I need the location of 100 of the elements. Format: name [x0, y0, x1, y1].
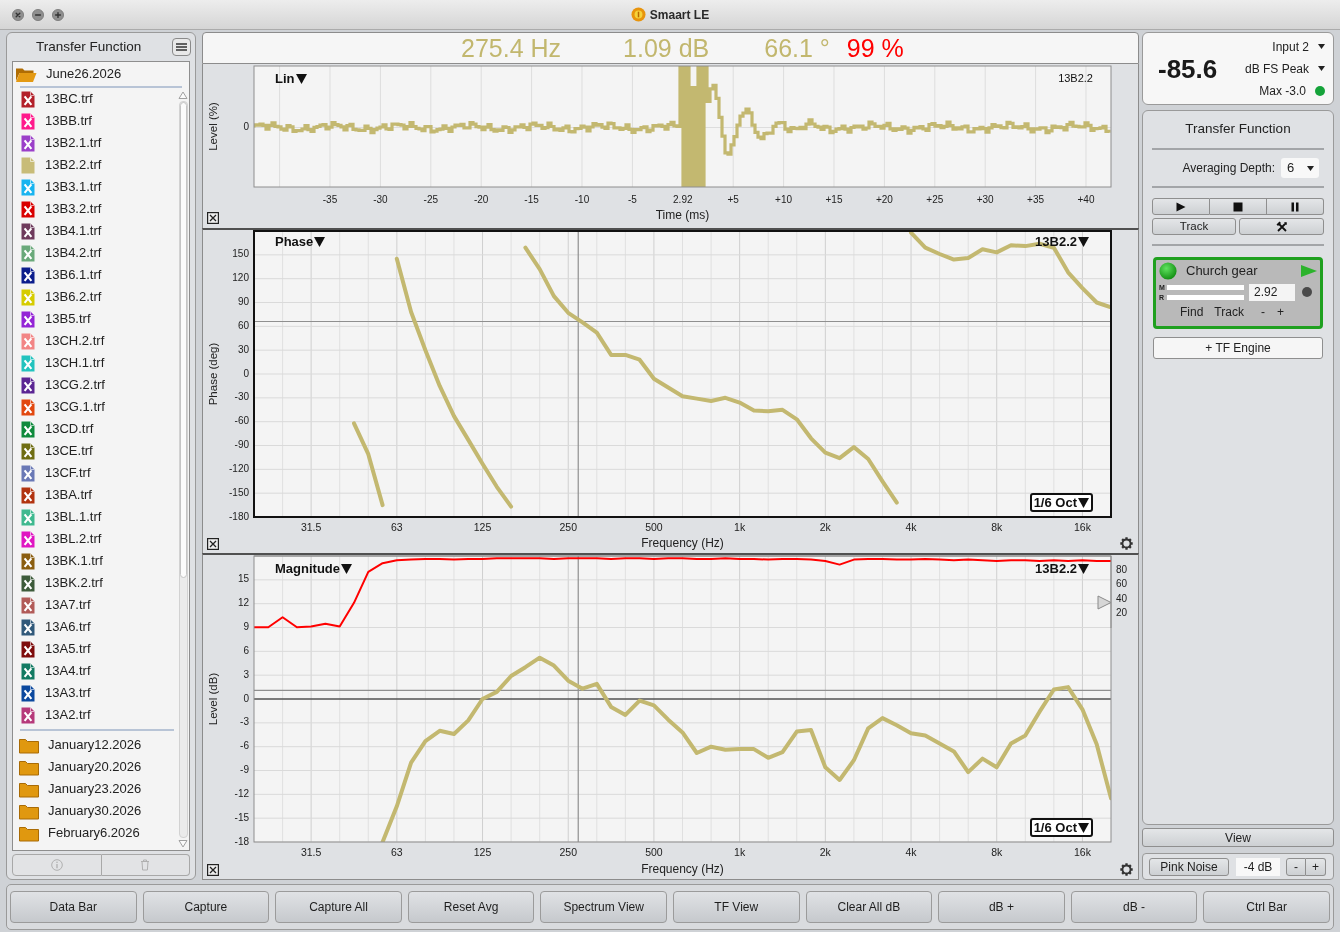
file-item[interactable]: 13BL.2.trf	[13, 528, 178, 550]
file-item[interactable]: 13BA.trf	[13, 484, 178, 506]
engine-action-button[interactable]: Find	[1180, 306, 1204, 318]
tick-label: -150	[229, 486, 249, 498]
stepper-button[interactable]: +	[1306, 857, 1326, 876]
file-item[interactable]: 13CG.2.trf	[13, 374, 178, 396]
file-item[interactable]: 13BB.trf	[13, 110, 178, 132]
tick-label: +35	[1027, 194, 1045, 205]
input-dropdown[interactable]: Input 2	[1272, 38, 1325, 55]
file-item[interactable]: 13B5.trf	[13, 308, 178, 330]
stepper-button[interactable]: -	[1286, 857, 1306, 876]
tick-label: +10	[775, 194, 793, 205]
file-item[interactable]: 13B2.2.trf	[13, 154, 178, 176]
stop-button[interactable]	[1210, 198, 1267, 215]
panel-title: Transfer Function	[36, 37, 142, 56]
file-item[interactable]: 13B2.1.trf	[13, 132, 178, 154]
toolbar-button[interactable]: Ctrl Bar	[1203, 891, 1330, 923]
caret-icon	[1318, 66, 1325, 71]
file-item[interactable]: 13CG.1.trf	[13, 396, 178, 418]
scale-dropdown[interactable]: dB FS Peak	[1244, 60, 1325, 77]
tick-label: 250	[559, 846, 577, 858]
add-engine-button[interactable]: + TF Engine	[1153, 337, 1323, 359]
close-icon[interactable]	[12, 8, 24, 21]
caret-icon	[1078, 236, 1089, 247]
caret-icon	[1318, 44, 1325, 49]
folder-item[interactable]: January23.2026	[13, 778, 178, 800]
toolbar-button[interactable]: Capture	[142, 891, 270, 923]
engine-action-button[interactable]: -	[1260, 306, 1265, 318]
file-item[interactable]: 13CD.trf	[13, 418, 178, 440]
tick-label: 63	[391, 521, 403, 533]
settings-icon[interactable]	[1119, 536, 1134, 551]
menu-icon	[176, 43, 187, 51]
tick-label: 1k	[734, 846, 746, 858]
file-item[interactable]: 13BL.1.trf	[13, 506, 178, 528]
minimize-icon[interactable]	[32, 8, 44, 21]
folder-item[interactable]: June26.2026	[13, 62, 189, 86]
file-item[interactable]: 13CH.1.trf	[13, 352, 178, 374]
view-button[interactable]: View	[1142, 828, 1334, 847]
file-item[interactable]: 13B3.2.trf	[13, 198, 178, 220]
smoothing-dropdown[interactable]: 1/6 Oct	[1029, 493, 1093, 512]
tick-label: 60	[237, 319, 249, 331]
tick-label: 6	[243, 644, 249, 656]
play-button[interactable]	[1152, 198, 1210, 215]
close-icon[interactable]	[207, 864, 219, 876]
file-item[interactable]: 13B4.1.trf	[13, 220, 178, 242]
tick-label: 31.5	[300, 521, 322, 533]
file-item[interactable]: 13B6.2.trf	[13, 286, 178, 308]
track-button[interactable]: Track	[1152, 218, 1236, 235]
smoothing-dropdown[interactable]: 1/6 Oct	[1029, 818, 1093, 837]
file-item[interactable]: 13CE.trf	[13, 440, 178, 462]
file-item[interactable]: 13A6.trf	[13, 616, 178, 638]
toolbar-button[interactable]: Clear All dB	[805, 891, 933, 923]
engine-action-button[interactable]: Track	[1214, 306, 1244, 318]
file-item[interactable]: 13CH.2.trf	[13, 330, 178, 352]
toolbar-button[interactable]: Capture All	[275, 891, 402, 923]
menu-button[interactable]	[172, 38, 191, 56]
file-item[interactable]: 13B6.1.trf	[13, 264, 178, 286]
engine-action-button[interactable]: +	[1276, 306, 1284, 318]
file-item[interactable]: 13A4.trf	[13, 660, 178, 682]
zoom-icon[interactable]	[52, 8, 64, 21]
folder-item[interactable]: January20.2026	[13, 756, 178, 778]
toolbar-button[interactable]: dB -	[1070, 891, 1198, 923]
scrollbar[interactable]	[178, 101, 188, 838]
tick-label: 8k	[991, 846, 1003, 858]
pause-icon	[1290, 201, 1300, 212]
plot-type-dropdown[interactable]: Phase	[275, 234, 326, 249]
tick-label: 2k	[819, 846, 831, 858]
file-item[interactable]: 13A7.trf	[13, 594, 178, 616]
toolbar-button[interactable]: Spectrum View	[540, 891, 667, 923]
file-item[interactable]: 13B4.2.trf	[13, 242, 178, 264]
settings-icon[interactable]	[1119, 862, 1134, 877]
toolbar-button[interactable]: Data Bar	[10, 891, 137, 923]
file-item[interactable]: 13CF.trf	[13, 462, 178, 484]
toolbar-button[interactable]: Reset Avg	[407, 891, 535, 923]
close-icon[interactable]	[207, 538, 219, 550]
generator-button[interactable]: Pink Noise	[1149, 857, 1229, 876]
delay-field[interactable]: 2.92	[1249, 283, 1295, 301]
folder-item[interactable]: January12.2026	[13, 734, 178, 756]
toolbar-button[interactable]: TF View	[672, 891, 800, 923]
file-item[interactable]: 13A2.trf	[13, 704, 178, 726]
tick-label: 0	[243, 121, 249, 133]
pause-button[interactable]	[1267, 198, 1324, 215]
file-item[interactable]: 13BK.2.trf	[13, 572, 178, 594]
folder-item[interactable]: January30.2026	[13, 800, 178, 822]
tick-label: 90	[237, 296, 249, 308]
file-item[interactable]: 13BK.1.trf	[13, 550, 178, 572]
close-icon[interactable]	[207, 212, 219, 224]
file-item[interactable]: 13A3.trf	[13, 682, 178, 704]
plot-type-dropdown[interactable]: Lin	[275, 71, 307, 86]
tools-button[interactable]	[1239, 218, 1324, 235]
averaging-depth-select[interactable]: 6	[1281, 158, 1319, 178]
toolbar-button[interactable]: dB +	[938, 891, 1065, 923]
trace-dropdown[interactable]: 13B2.2	[1035, 234, 1089, 249]
file-item[interactable]: 13BC.trf	[13, 88, 178, 110]
tick-label: +40	[1077, 194, 1095, 205]
file-item[interactable]: 13B3.1.trf	[13, 176, 178, 198]
file-item[interactable]: 13A5.trf	[13, 638, 178, 660]
folder-item[interactable]: February6.2026	[13, 822, 178, 844]
engine-name: Church gear	[1186, 262, 1258, 281]
gain-field[interactable]: -4 dB	[1236, 857, 1280, 876]
